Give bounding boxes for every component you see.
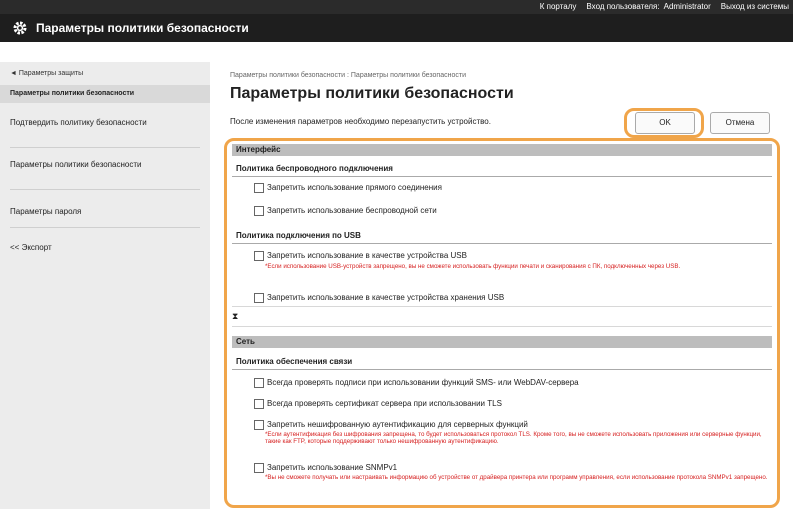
sidebar-item-export[interactable]: << Экспорт [10, 242, 180, 253]
restart-notice: После изменения параметров необходимо пе… [230, 117, 491, 126]
checkbox[interactable] [254, 293, 264, 303]
option-prohibit-usb-device[interactable]: Запретить использование в качестве устро… [254, 251, 467, 261]
usb-policy-heading: Политика подключения по USB [236, 231, 361, 240]
section-network-header: Сеть [232, 336, 772, 348]
breadcrumb: Параметры политики безопасности : Параме… [230, 72, 466, 79]
option-label: Запретить использование прямого соединен… [267, 183, 442, 192]
checkbox[interactable] [254, 463, 264, 473]
section-interface-header: Интерфейс [232, 144, 772, 156]
option-prohibit-snmpv1[interactable]: Запретить использование SNMPv1 [254, 463, 397, 473]
top-bar: К порталу Вход пользователя: Administrat… [0, 0, 793, 14]
cancel-button[interactable]: Отмена [710, 112, 770, 134]
checkbox[interactable] [254, 251, 264, 261]
checkbox[interactable] [254, 206, 264, 216]
title-bar: Параметры политики безопасности [0, 14, 793, 42]
communication-policy-heading: Политика обеспечения связи [236, 357, 353, 366]
sidebar-item-password-settings[interactable]: Параметры пароля [10, 206, 180, 217]
option-label: Всегда проверять подписи при использован… [267, 378, 579, 387]
gear-icon [13, 21, 27, 35]
option-label: Запретить использование беспроводной сет… [267, 206, 437, 215]
option-label: Всегда проверять сертификат сервера при … [267, 399, 502, 408]
option-label: Запретить использование в качестве устро… [267, 251, 467, 260]
login-user-label: Вход пользователя: [586, 2, 660, 11]
checkbox[interactable] [254, 399, 264, 409]
sidebar-separator [10, 147, 200, 148]
group-underline [232, 369, 772, 370]
back-to-security-settings-link[interactable]: ◄ Параметры защиты [10, 70, 83, 77]
group-underline [232, 243, 772, 244]
settings-highlight [224, 138, 780, 508]
sidebar-item-confirm-policy[interactable]: Подтвердить политику безопасности [10, 117, 180, 128]
sidebar-separator [10, 227, 200, 228]
app-title: Параметры политики безопасности [36, 21, 249, 35]
collapse-icon[interactable]: ⧗ [232, 311, 238, 322]
page-title: Параметры политики безопасности [230, 85, 514, 102]
option-prohibit-usb-storage[interactable]: Запретить использование в качестве устро… [254, 293, 504, 303]
option-label: Запретить использование SNMPv1 [267, 463, 398, 472]
divider [232, 326, 772, 327]
ok-highlight [624, 108, 704, 138]
sidebar-item-policy-settings[interactable]: Параметры политики безопасности [10, 159, 180, 170]
option-verify-tls-certificate[interactable]: Всегда проверять сертификат сервера при … [254, 399, 502, 409]
checkbox[interactable] [254, 378, 264, 388]
option-verify-signatures[interactable]: Всегда проверять подписи при использован… [254, 378, 579, 388]
checkbox[interactable] [254, 183, 264, 193]
option-prohibit-cleartext-auth[interactable]: Запретить нешифрованную аутентификацию д… [254, 420, 528, 430]
top-links: К порталу Вход пользователя: Administrat… [540, 0, 789, 14]
logout-link[interactable]: Выход из системы [721, 0, 789, 14]
group-underline [232, 176, 772, 177]
sidebar: ◄ Параметры защиты Параметры политики бе… [0, 62, 210, 509]
usb-warning-note: *Если использование USB-устройств запрещ… [265, 263, 681, 270]
sidebar-header[interactable]: Параметры политики безопасности [0, 85, 210, 103]
portal-link[interactable]: К порталу [540, 0, 577, 14]
option-prohibit-wireless-lan[interactable]: Запретить использование беспроводной сет… [254, 206, 437, 216]
snmpv1-warning-note: *Вы не сможете получать или настраивать … [265, 474, 768, 481]
wireless-policy-heading: Политика беспроводного подключения [236, 164, 393, 173]
option-prohibit-direct-connection[interactable]: Запретить использование прямого соединен… [254, 183, 442, 193]
sidebar-separator [10, 189, 200, 190]
cleartext-auth-warning-note: *Если аутентификация без шифрования запр… [265, 431, 762, 445]
option-label: Запретить нешифрованную аутентификацию д… [267, 420, 528, 429]
login-user-name: Administrator [663, 2, 711, 11]
option-label: Запретить использование в качестве устро… [267, 293, 505, 302]
divider [232, 306, 772, 307]
checkbox[interactable] [254, 420, 264, 430]
